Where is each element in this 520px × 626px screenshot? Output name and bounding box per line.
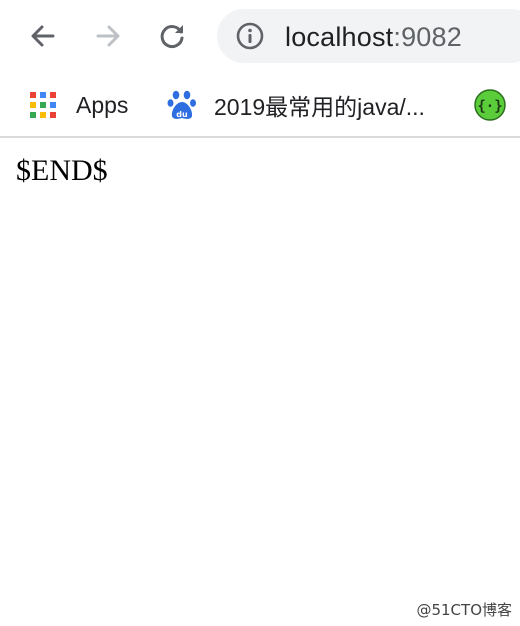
bookmark-java-2019[interactable]: du 2019最常用的java/... — [167, 88, 425, 122]
browser-toolbar: localhost:9082 — [0, 0, 520, 74]
reload-icon — [160, 25, 184, 48]
bookmark-java-label: 2019最常用的java/... — [214, 94, 425, 120]
bookmark-apps-label: Apps — [76, 91, 129, 118]
address-bar[interactable]: localhost:9082 — [217, 9, 520, 63]
forward-arrow-icon — [96, 25, 120, 47]
bookmark-apps[interactable]: Apps — [29, 88, 128, 122]
url-text[interactable]: localhost:9082 — [285, 22, 462, 53]
reload-button[interactable] — [150, 14, 194, 58]
page-content: $END$ — [0, 138, 520, 626]
svg-text:{·}: {·} — [477, 99, 502, 115]
page-body-text: $END$ — [16, 154, 108, 187]
bookmarks-bar: Apps du 2019最常用的java/... {·} — [0, 74, 520, 136]
back-button[interactable] — [21, 14, 65, 58]
back-arrow-icon — [31, 25, 55, 47]
url-port: :9082 — [393, 22, 462, 52]
apps-grid-icon — [30, 92, 56, 118]
bookmark-extension[interactable]: {·} — [473, 88, 507, 122]
watermark: @51CTO博客 — [416, 601, 512, 619]
info-icon[interactable] — [235, 21, 265, 51]
extension-braces-icon: {·} — [474, 89, 506, 121]
svg-text:du: du — [176, 110, 188, 119]
url-host: localhost — [285, 22, 394, 52]
forward-button[interactable] — [86, 14, 130, 58]
baidu-paw-icon: du — [167, 90, 196, 119]
